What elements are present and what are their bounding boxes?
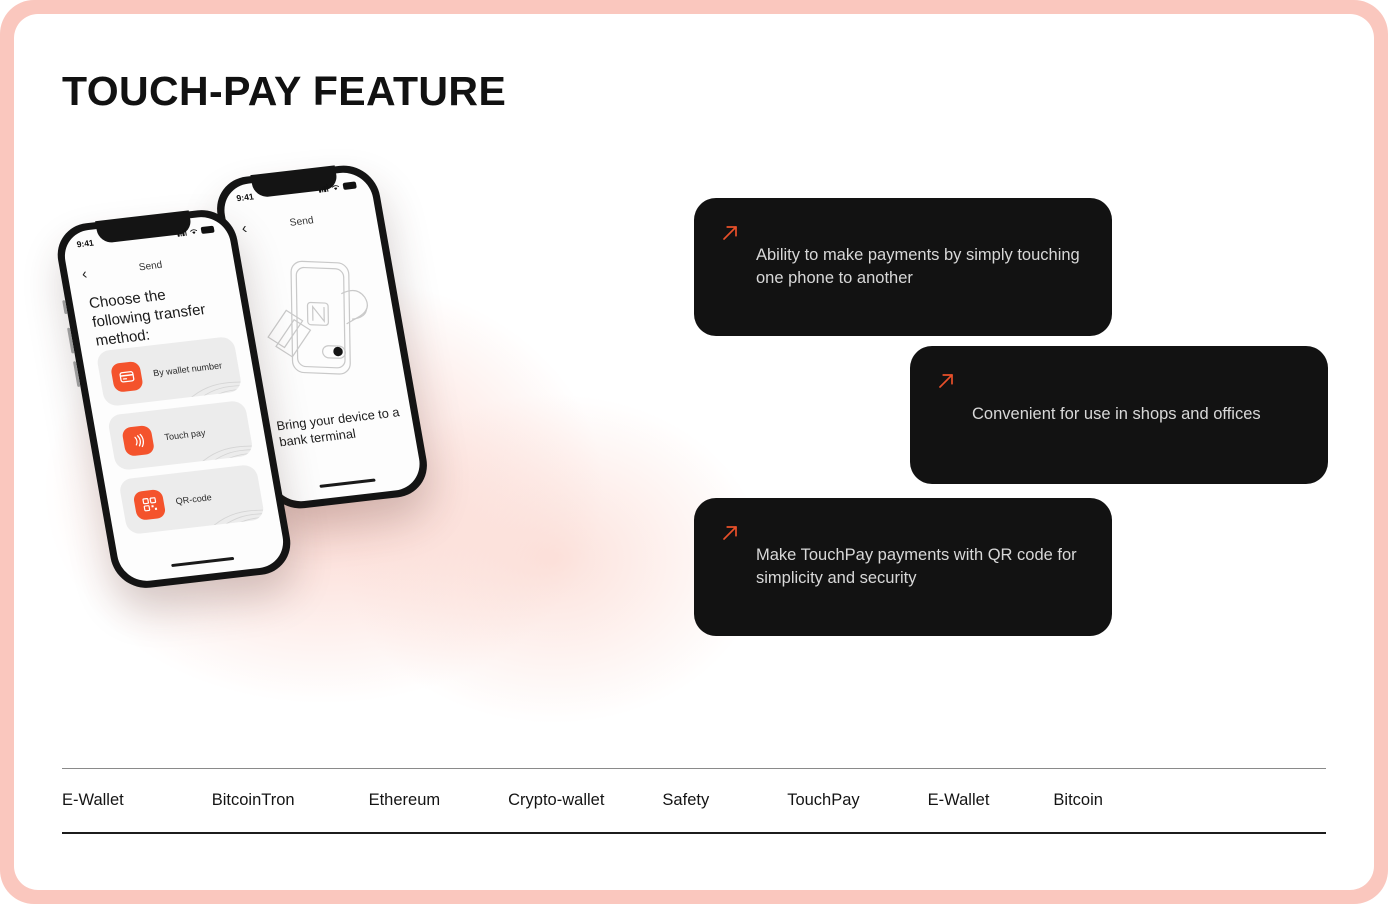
phone-back-caption: Bring your device to a bank terminal [275, 405, 401, 450]
nfc-phone-terminal-icon [267, 260, 368, 375]
wifi-icon [190, 229, 198, 234]
phone-mockup-group: 9:41 ‹ Send Bring your device to a bank … [52, 144, 694, 704]
keyword-e-wallet[interactable]: E-Wallet [62, 791, 124, 810]
battery-icon [200, 225, 215, 234]
page-title: TOUCH-PAY FEATURE [62, 68, 507, 114]
method-option-qr-code[interactable]: QR-code [118, 463, 266, 535]
qr-code-icon [132, 488, 167, 521]
status-icon-group [318, 181, 357, 193]
signal-icon [177, 228, 187, 237]
arrow-up-right-icon [723, 526, 737, 540]
keyword-crypto-wallet[interactable]: Crypto-wallet [508, 791, 604, 810]
feature-card-2[interactable]: Convenient for use in shops and offices [910, 346, 1328, 484]
arrow-up-right-icon [939, 374, 953, 388]
keyword-bitcoin[interactable]: Bitcoin [212, 791, 262, 810]
status-clock: 9:41 [235, 191, 255, 204]
phone-mute-button [62, 300, 68, 315]
method-option-touch-pay[interactable]: Touch pay [106, 399, 254, 471]
nav-title: Send [288, 214, 315, 229]
keyword-strip: E-Wallet Bitcoin Tron Ethereum Crypto-wa… [62, 768, 1326, 834]
wallet-card-icon [109, 360, 144, 393]
home-indicator [319, 478, 377, 488]
touch-pay-waves-icon [121, 424, 156, 457]
phone-volume-down-button [72, 361, 81, 388]
status-icon-group [177, 225, 215, 237]
feature-card-1[interactable]: Ability to make payments by simply touch… [694, 198, 1112, 336]
keyword-safety[interactable]: Safety [662, 791, 709, 810]
keyword-bitcoin-2[interactable]: Bitcoin [1053, 791, 1103, 810]
slide-inner: TOUCH-PAY FEATURE 9:41 ‹ Send Bring your… [14, 14, 1374, 890]
transfer-method-list: By wallet number Touch pay QR-code [95, 335, 267, 544]
feature-text: Ability to make payments by simply touch… [756, 245, 1080, 287]
keyword-tron[interactable]: Tron [261, 791, 294, 810]
keyword-touchpay[interactable]: TouchPay [787, 791, 859, 810]
wifi-icon [331, 184, 339, 190]
slide-frame: TOUCH-PAY FEATURE 9:41 ‹ Send Bring your… [0, 0, 1388, 904]
home-indicator [171, 556, 235, 568]
keyword-ethereum[interactable]: Ethereum [369, 791, 441, 810]
feature-text: Convenient for use in shops and offices [972, 405, 1261, 424]
battery-icon [342, 181, 357, 190]
feature-card-3[interactable]: Make TouchPay payments with QR code for … [694, 498, 1112, 636]
keyword-e-wallet-2[interactable]: E-Wallet [928, 791, 990, 810]
feature-text: Make TouchPay payments with QR code for … [756, 545, 1077, 587]
status-clock: 9:41 [75, 237, 95, 250]
signal-icon [318, 183, 329, 193]
phone-volume-up-button [67, 327, 75, 354]
arrow-up-right-icon [723, 226, 737, 240]
